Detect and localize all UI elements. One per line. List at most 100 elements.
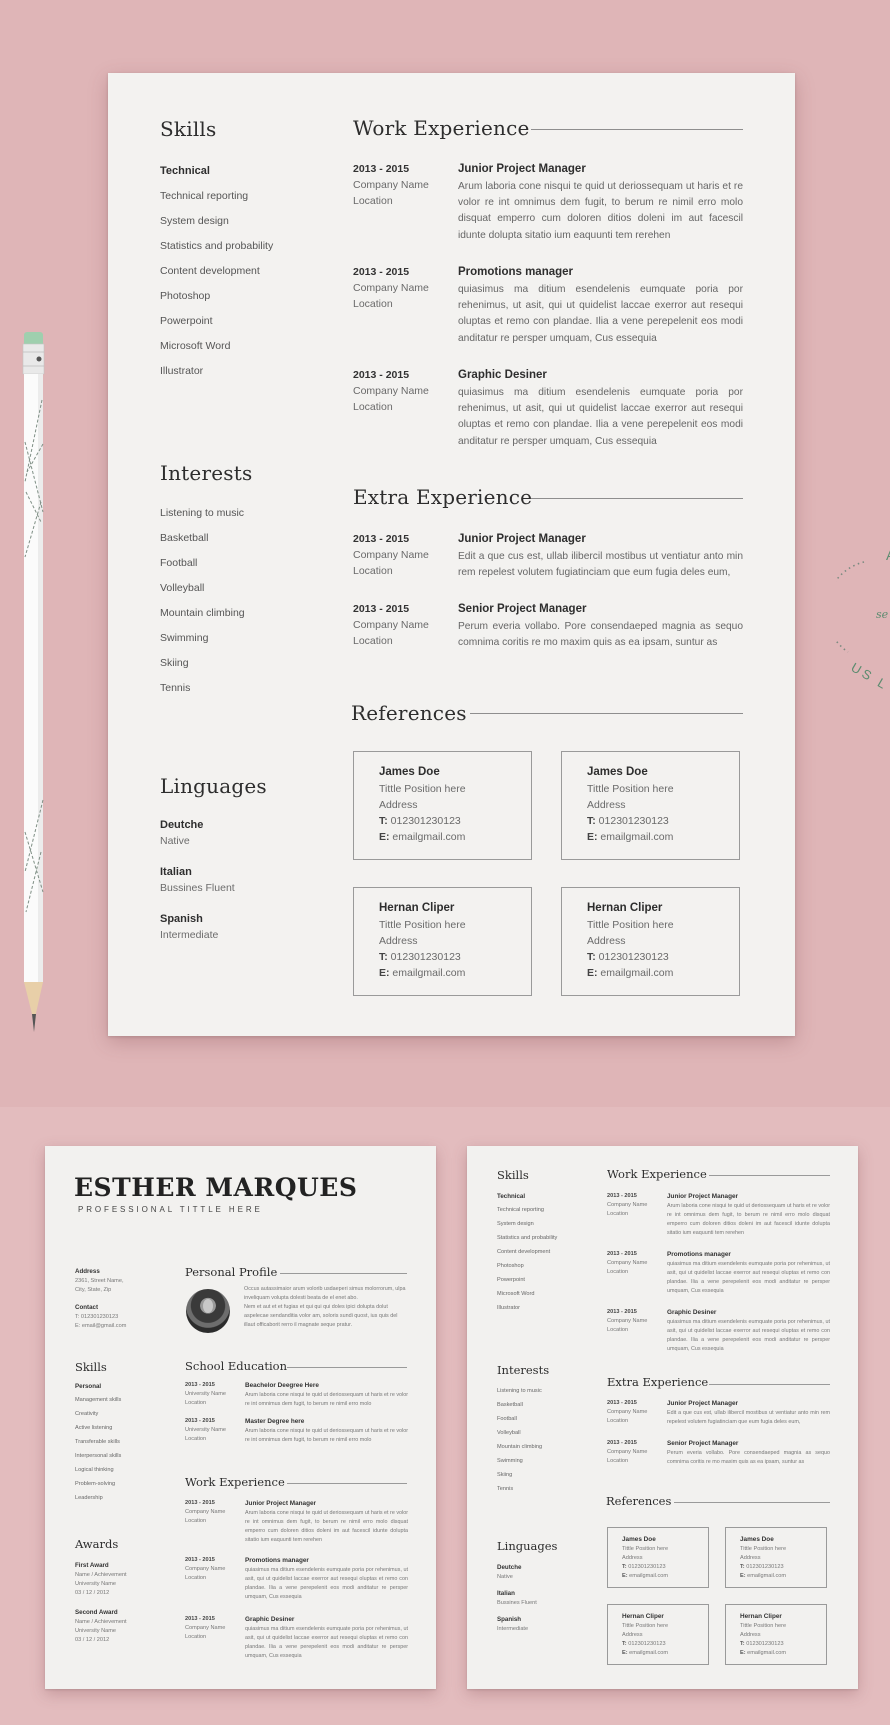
job-location: Location (353, 565, 393, 577)
reference-phone: 012301230123 (390, 951, 461, 963)
skills-category: Personal (75, 1383, 102, 1390)
job-description: Edit a que cus est, ullab ilibercil most… (667, 1410, 830, 1425)
reference-phone: 012301230123 (598, 815, 669, 827)
job-date: 2013 - 2015 (353, 533, 410, 545)
stamp-letter: A (886, 547, 890, 563)
skill-item: Logical thinking (75, 1467, 114, 1473)
reference-name: Hernan Cliper (379, 902, 455, 914)
language-name: Italian (160, 866, 192, 878)
reference-email: emailgmail.com (392, 831, 466, 843)
edu-school: University Name (185, 1427, 227, 1433)
edu-location: Location (185, 1436, 207, 1442)
language-level: Bussines Fluent (497, 1600, 537, 1606)
edu-date: 2013 - 2015 (185, 1382, 215, 1388)
section-divider (709, 1175, 830, 1176)
language-level: Intermediate (497, 1626, 529, 1632)
job-description: quiasimus ma ditium esendelenis eumquate… (458, 284, 743, 344)
reference-position: Tittle Position here (379, 783, 466, 795)
edu-description: Arum laboria cone nisqui te quid ut deri… (245, 1428, 409, 1443)
job-company: Company Name (353, 619, 429, 631)
job-title: Promotions manager (245, 1557, 309, 1564)
profile-text: Occus autassimaior arum volorib usdaeper… (244, 1285, 407, 1330)
reference-name: Hernan Cliper (587, 902, 663, 914)
skill-item: System design (160, 215, 229, 227)
reference-email: emailgmail.com (600, 831, 674, 843)
job-title: Graphic Desiner (245, 1616, 295, 1623)
skill-item: Illustrator (160, 365, 204, 377)
job-company: Company Name (353, 549, 429, 561)
skill-item: Powerpoint (160, 315, 213, 327)
job-date: 2013 - 2015 (185, 1500, 215, 1506)
work-entry: 2013 - 2015 Company Name Location Promot… (185, 1557, 410, 1602)
skills-heading: Skills (497, 1168, 529, 1182)
phone-prefix: T: (740, 1641, 745, 1647)
education-entry: 2013 - 2015 University Name Location Mas… (185, 1418, 410, 1448)
interest-item: Tennis (160, 682, 191, 694)
skills-category: Technical (160, 165, 210, 177)
reference-address: Address (622, 1632, 643, 1638)
phone-prefix: T: (379, 815, 388, 827)
section-divider (531, 498, 743, 499)
job-company: Company Name (607, 1409, 648, 1415)
languages-heading: Linguages (497, 1539, 558, 1553)
profile-paragraph: Occus autassimaior arum volorib usdaeper… (244, 1286, 406, 1301)
reference-address: Address (587, 799, 626, 811)
job-company: Company Name (185, 1509, 226, 1515)
job-title: Junior Project Manager (667, 1400, 739, 1407)
reference-position: Tittle Position here (587, 919, 674, 931)
job-location: Location (353, 401, 393, 413)
job-location: Location (353, 195, 393, 207)
job-company: Company Name (607, 1449, 648, 1455)
phone-prefix: T: (379, 951, 388, 963)
references-heading: References (606, 1494, 672, 1508)
address-label: Address (75, 1268, 100, 1275)
reference-name: James Doe (587, 766, 648, 778)
interest-item: Football (497, 1416, 517, 1422)
work-experience-heading: Work Experience (353, 116, 530, 140)
reference-email: emailgmail.com (747, 1573, 787, 1579)
job-company: Company Name (185, 1566, 226, 1572)
interest-item: Listening to music (160, 507, 245, 519)
section-divider (470, 713, 743, 714)
email-prefix: E: (379, 831, 390, 843)
skill-item: Statistics and probability (497, 1235, 558, 1241)
job-description: Perum everia vollabo. Pore consendaeped … (667, 1450, 830, 1465)
reference-phone: 012301230123 (598, 951, 669, 963)
job-date: 2013 - 2015 (607, 1400, 637, 1406)
skill-item: Transferable skills (75, 1439, 120, 1445)
job-date: 2013 - 2015 (185, 1616, 215, 1622)
contact-phone: T: 012301230123 (75, 1314, 119, 1320)
reference-address: Address (587, 935, 626, 947)
skill-item: Problem-solving (75, 1481, 116, 1487)
language-level: Intermediate (160, 929, 219, 941)
job-company: Company Name (353, 385, 429, 397)
interest-item: Swimming (160, 632, 209, 644)
job-title: Junior Project Manager (458, 533, 586, 545)
references-heading: References (351, 701, 467, 725)
section-divider (287, 1483, 407, 1484)
edu-school: University Name (185, 1391, 227, 1397)
reference-card: Hernan Cliper Tittle Position here Addre… (353, 887, 532, 996)
stamp-script: se (876, 608, 889, 621)
interests-heading: Interests (497, 1363, 550, 1377)
reference-email: emailgmail.com (629, 1573, 669, 1579)
reference-name: James Doe (622, 1536, 656, 1543)
reference-phone: 012301230123 (746, 1641, 784, 1647)
candidate-name: ESTHER MARQUES (74, 1173, 358, 1202)
reference-address: Address (740, 1555, 761, 1561)
language-name: Spanish (160, 913, 203, 925)
phone-prefix: T: (622, 1564, 627, 1570)
reference-email: emailgmail.com (629, 1650, 669, 1656)
language-name: Deutche (160, 819, 204, 831)
skill-item: Management skills (75, 1397, 122, 1403)
job-location: Location (185, 1575, 207, 1581)
languages-heading: Linguages (160, 774, 267, 798)
job-description: quiasimus ma ditium esendelenis eumquate… (245, 1626, 408, 1659)
reference-email: emailgmail.com (600, 967, 674, 979)
skill-item: Statistics and probability (160, 240, 274, 252)
job-title: Junior Project Manager (667, 1193, 739, 1200)
education-entry: 2013 - 2015 University Name Location Bea… (185, 1382, 410, 1412)
job-company: Company Name (607, 1318, 648, 1324)
award-date: 03 / 12 / 2012 (75, 1637, 110, 1643)
edu-title: Beachelor Deegree Here (245, 1382, 319, 1389)
